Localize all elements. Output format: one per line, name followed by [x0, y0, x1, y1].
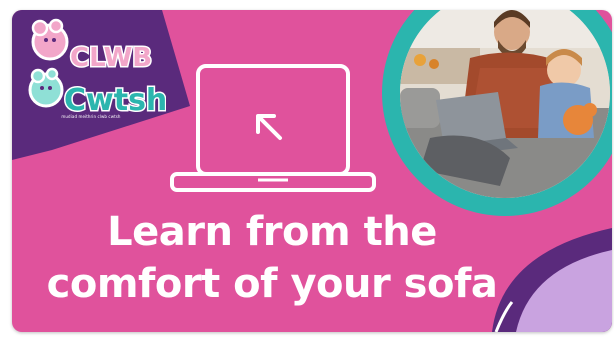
logo-word-clwb: CLWB	[70, 43, 152, 73]
corner-shape-bottom-right	[492, 228, 612, 332]
headline-line-1: Learn from the	[107, 209, 437, 255]
cursor-arrow-icon	[256, 114, 282, 140]
laptop-icon	[170, 64, 376, 192]
mouse-mascot-bottom	[28, 67, 64, 108]
headline-line-2: comfort of your sofa	[46, 261, 498, 307]
clwb-cwtsh-logo: CLWB Cwtsh	[28, 18, 166, 120]
headline: Learn from the comfort of your sofa	[42, 206, 502, 310]
mouse-mascot-top	[31, 18, 69, 61]
logo-word-cwtsh: Cwtsh	[64, 83, 166, 118]
promo-card[interactable]: CLWB Cwtsh mudiad meithrin clwb cwtsh Le…	[12, 10, 612, 332]
logo-tagline: mudiad meithrin clwb cwtsh	[61, 114, 121, 119]
